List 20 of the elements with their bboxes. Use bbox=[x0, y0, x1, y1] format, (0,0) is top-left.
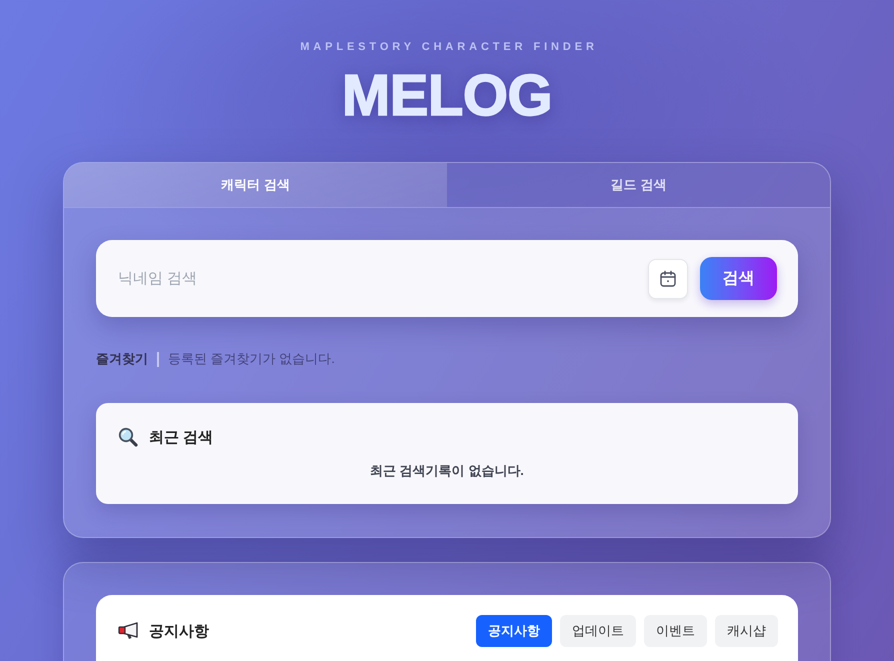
magnifier-icon bbox=[118, 427, 138, 447]
search-tab[interactable]: 길드 검색 bbox=[447, 163, 830, 207]
search-field[interactable]: 닉네임 검색 bbox=[118, 264, 638, 294]
search-button[interactable]: 검색 bbox=[700, 257, 777, 300]
megaphone-icon bbox=[118, 622, 139, 640]
calendar-button[interactable] bbox=[648, 258, 688, 298]
favorites-label: 즐겨찾기 bbox=[96, 350, 148, 368]
notice-tab[interactable]: 이벤트 bbox=[644, 615, 707, 647]
recent-search-title: 최근 검색 bbox=[149, 428, 214, 446]
notice-tab[interactable]: 업데이트 bbox=[560, 615, 636, 647]
app-title: MELOG bbox=[342, 62, 552, 130]
calendar-icon bbox=[659, 270, 677, 288]
favorites-empty-message: 등록된 즐겨찾기가 없습니다. bbox=[168, 350, 335, 368]
search-tab[interactable]: 캐릭터 검색 bbox=[64, 163, 447, 207]
app-subtitle: MAPLESTORY CHARACTER FINDER bbox=[300, 40, 598, 55]
notice-tab[interactable]: 캐시샵 bbox=[715, 615, 778, 647]
recent-empty-message: 최근 검색기록이 없습니다. bbox=[370, 462, 524, 480]
search-bar[interactable]: 닉네임 검색 검색 bbox=[96, 240, 798, 317]
notice-title: 공지사항 bbox=[149, 622, 209, 640]
notice-tab[interactable]: 공지사항 bbox=[476, 615, 552, 647]
